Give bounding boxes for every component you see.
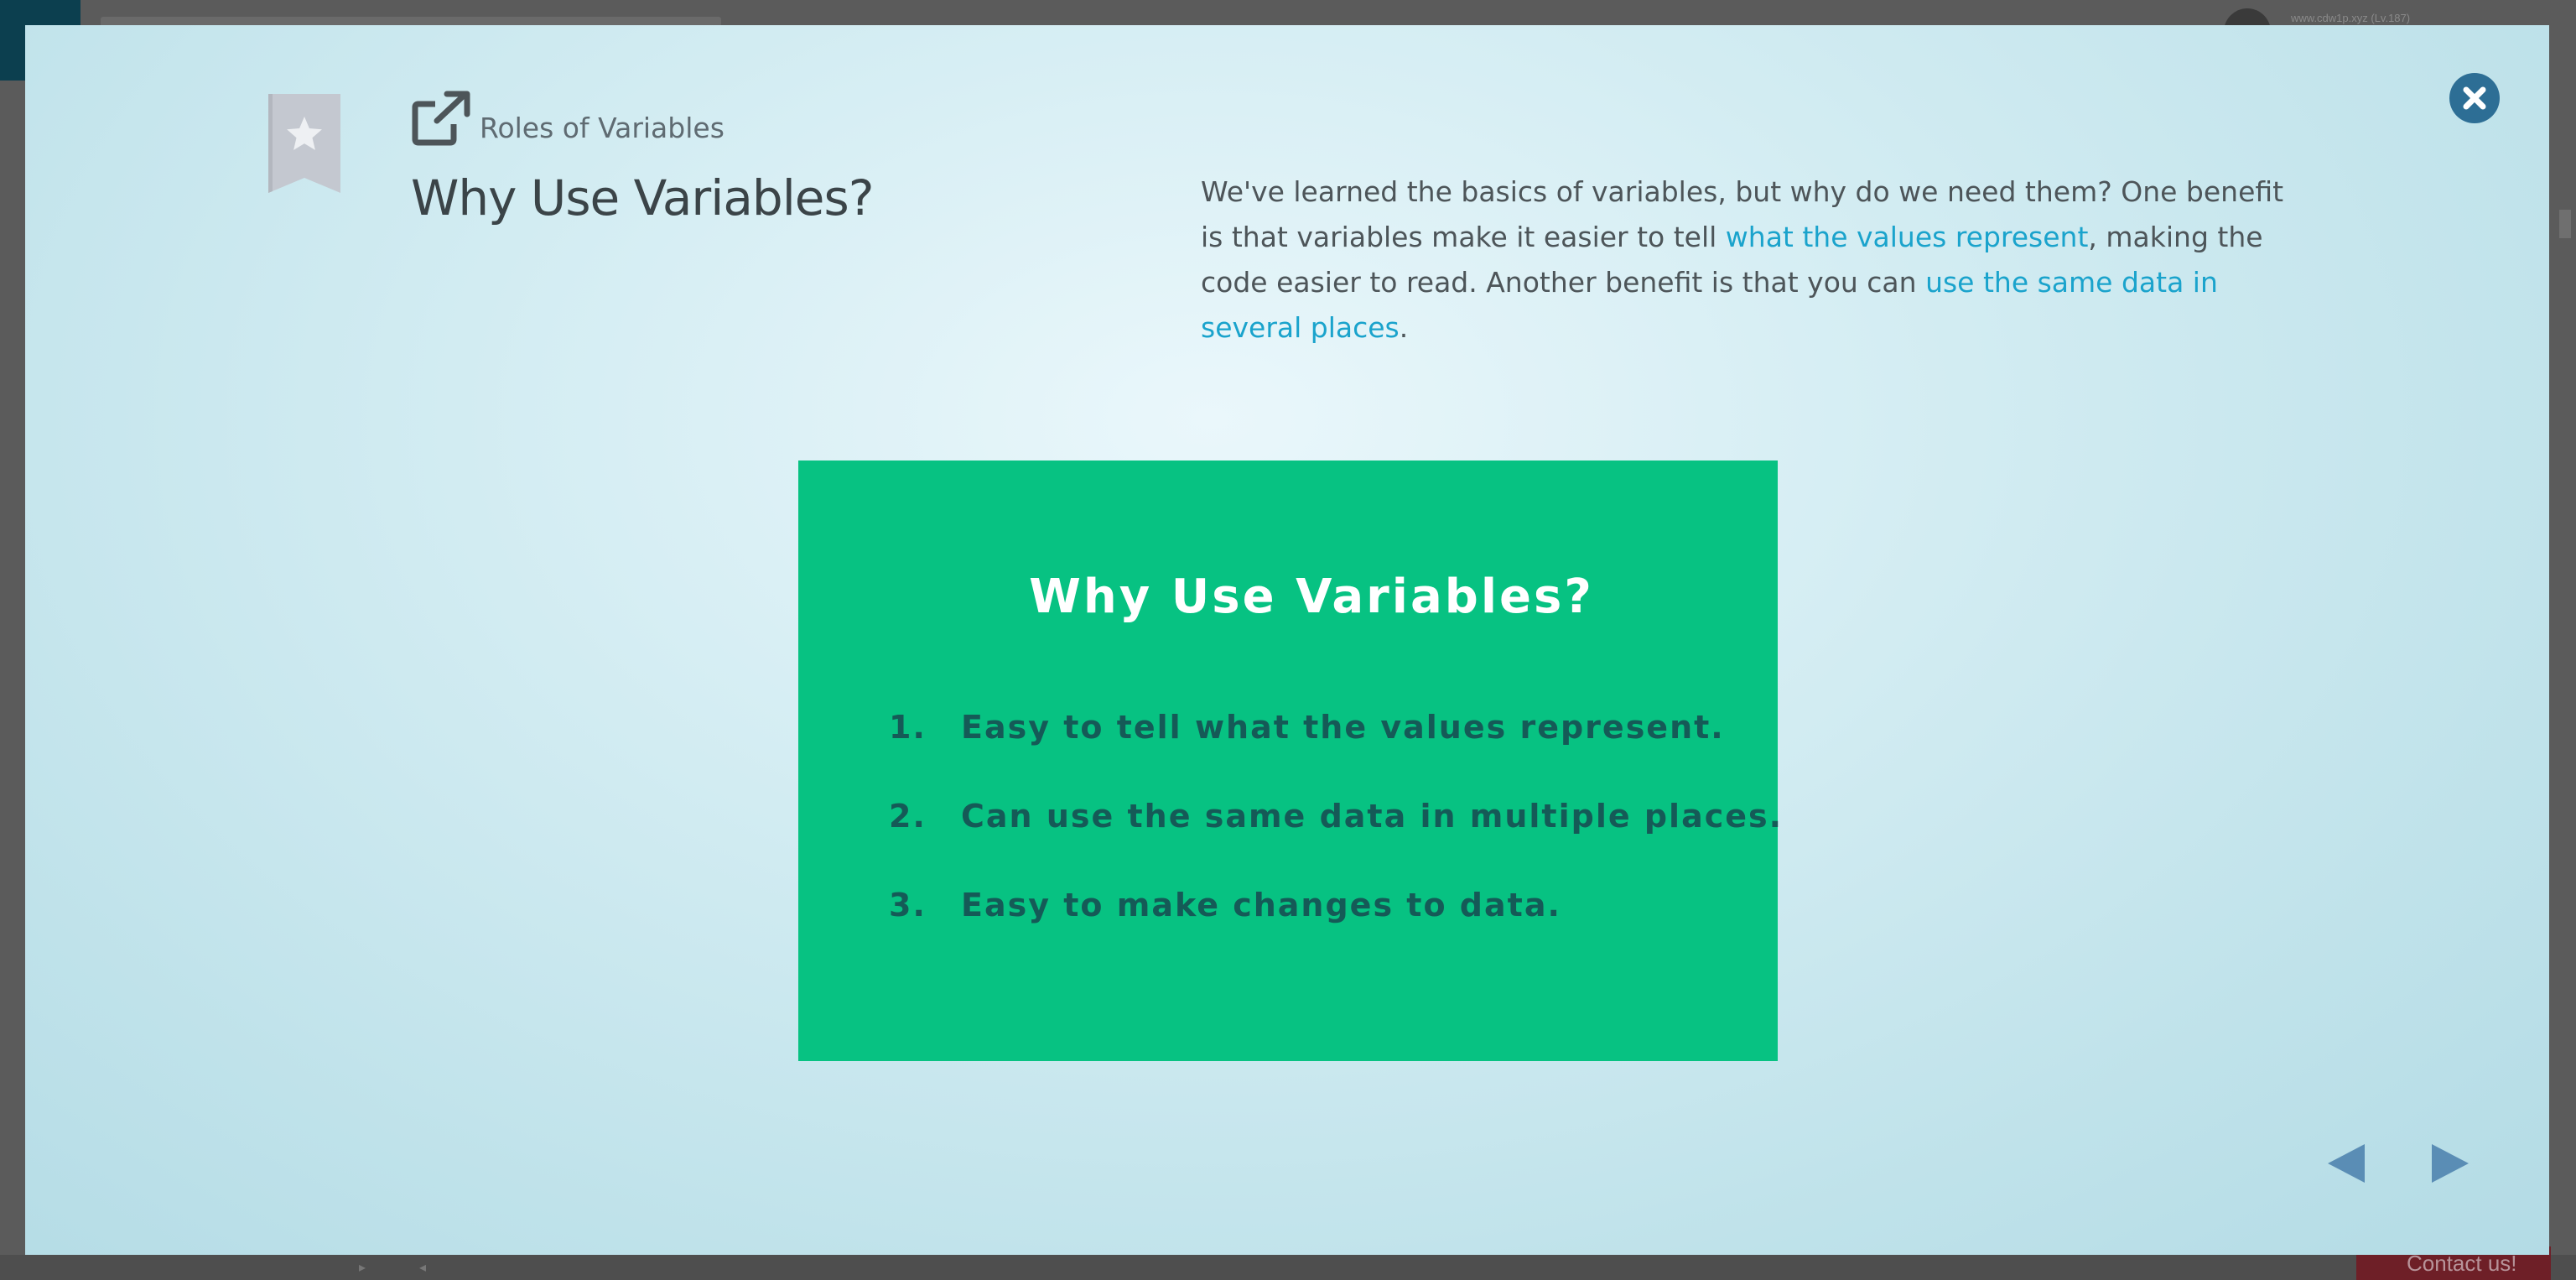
background-bottom-bar: ▸ ◂ [0,1255,2576,1280]
list-item-text: Easy to make changes to data. [961,887,1561,924]
list-item: 2. Can use the same data in multiple pla… [889,798,1783,887]
list-item: 3. Easy to make changes to data. [889,887,1783,976]
image-list: 1. Easy to tell what the values represen… [889,709,1783,976]
list-item-number: 2. [889,798,927,835]
close-button[interactable] [2449,73,2500,123]
image-title: Why Use Variables? [1029,570,1594,624]
scroll-right-icon: ▸ [359,1259,366,1275]
background-scrollbar [2559,210,2571,238]
description-text: . [1399,311,1409,344]
slide-description: We've learned the basics of variables, b… [1201,169,2299,351]
previous-slide-button[interactable] [2324,1141,2368,1186]
external-link-icon[interactable] [412,91,470,146]
list-item-text: Easy to tell what the values represent. [961,709,1725,746]
slide-title: Why Use Variables? [411,169,874,226]
lesson-link[interactable]: Roles of Variables [480,112,724,144]
user-name-label: www.cdw1p.xyz (Lv.187) [2291,12,2411,24]
next-slide-button[interactable] [2428,1141,2472,1186]
close-icon [2463,86,2486,110]
bookmark-star-icon[interactable] [268,94,340,193]
triangle-left-icon [2328,1144,2365,1183]
slide-image: Why Use Variables? 1. Easy to tell what … [798,460,1781,1061]
scroll-left-icon: ◂ [419,1259,427,1275]
list-item-number: 1. [889,709,927,746]
list-item-number: 3. [889,887,927,924]
values-represent-link[interactable]: what the values represent [1726,221,2089,253]
list-item: 1. Easy to tell what the values represen… [889,709,1783,798]
list-item-text: Can use the same data in multiple places… [961,798,1784,835]
triangle-right-icon [2432,1144,2469,1183]
lesson-modal: Roles of Variables Why Use Variables? We… [25,25,2549,1255]
